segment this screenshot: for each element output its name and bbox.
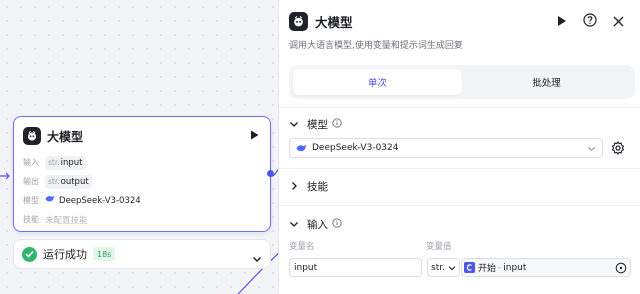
- start-node-icon: [464, 262, 475, 273]
- divider: [279, 107, 640, 108]
- node-input-row: 输入 str. input: [23, 153, 262, 172]
- node-title: 大模型: [47, 129, 84, 144]
- output-label: 输出: [23, 177, 39, 186]
- chevron-right-icon: [289, 181, 299, 191]
- node-rows: 输入 str. input 输出 str. output 模型 DeepSeek-V…: [23, 153, 262, 229]
- skill-value: 未配置技能: [45, 215, 88, 226]
- divider: [279, 168, 640, 169]
- model-mini: DeepSeek-V3-0324: [45, 195, 141, 206]
- node-header: 大模型: [23, 125, 260, 147]
- check-icon: [22, 246, 37, 262]
- col-var-value: 变量值: [426, 242, 452, 252]
- info-icon[interactable]: [332, 217, 342, 231]
- selected-model: DeepSeek-V3-0324: [312, 143, 399, 153]
- output-type: str.: [48, 177, 60, 186]
- input-value: input: [60, 157, 83, 168]
- panel-description: 调用大语言模型,使用变量和提示词生成回复: [289, 41, 463, 51]
- whale-icon: [296, 144, 307, 153]
- var-name-input[interactable]: input: [289, 258, 422, 277]
- skill-section-label: 技能: [307, 180, 328, 193]
- play-icon[interactable]: [248, 128, 260, 142]
- var-name-value: input: [294, 262, 318, 273]
- model-section-label: 模型: [307, 118, 328, 131]
- info-icon[interactable]: [332, 117, 342, 131]
- var-ref-input[interactable]: 开始 - input: [461, 258, 631, 277]
- var-type-select[interactable]: str.: [427, 258, 460, 277]
- skill-label: 技能: [23, 215, 39, 224]
- node-skill-row: 技能 未配置技能: [23, 210, 262, 229]
- target-icon[interactable]: [615, 262, 627, 277]
- chevron-down-icon[interactable]: [252, 249, 262, 268]
- node-model-row: 模型 DeepSeek-V3-0324: [23, 191, 262, 210]
- robot-logo-icon: [23, 127, 41, 145]
- chevron-down-icon: [289, 219, 299, 229]
- divider: [279, 205, 640, 206]
- model-section-header[interactable]: 模型: [289, 115, 630, 133]
- chevron-down-icon: [289, 119, 299, 129]
- model-label: 模型: [23, 196, 39, 205]
- col-var-name: 变量名: [289, 242, 315, 252]
- model-value: DeepSeek-V3-0324: [59, 195, 141, 206]
- chevron-down-icon: [587, 144, 596, 156]
- whale-icon: [45, 195, 55, 206]
- input-section-label: 输入: [307, 218, 328, 231]
- ref-field: input: [503, 262, 527, 273]
- play-icon[interactable]: [557, 12, 567, 31]
- status-text: 运行成功: [43, 248, 87, 261]
- ref-source: 开始: [478, 264, 497, 274]
- llm-node-card[interactable]: 大模型 输入 str. input 输出 str. output 模型 DeepSe…: [13, 116, 274, 232]
- robot-logo-icon: [289, 11, 308, 31]
- skill-section-header[interactable]: 技能: [289, 177, 630, 195]
- panel-title: 大模型: [315, 14, 353, 30]
- input-type: str.: [48, 158, 60, 167]
- tab-batch[interactable]: 批处理: [462, 69, 631, 95]
- output-value: output: [60, 176, 89, 187]
- output-handle[interactable]: [267, 170, 274, 177]
- mode-tabs: 单次 批处理: [289, 65, 635, 99]
- tab-single[interactable]: 单次: [293, 69, 462, 95]
- panel-actions: [557, 12, 624, 31]
- help-icon[interactable]: [583, 12, 597, 31]
- input-tag: str. input: [45, 155, 86, 170]
- status-time-badge: 18s: [93, 247, 116, 261]
- panel-header: 大模型: [289, 10, 630, 32]
- var-type-value: str.: [431, 262, 445, 273]
- model-select[interactable]: DeepSeek-V3-0324: [289, 138, 603, 158]
- output-tag: str. output: [45, 174, 92, 189]
- close-icon[interactable]: [613, 12, 624, 31]
- run-status-bar[interactable]: 运行成功 18s: [13, 239, 271, 269]
- node-config-panel: 大模型 调用大语言模型,使用变量和提示词生成回复 单次 批处理 模型 DeepS…: [278, 0, 640, 294]
- node-output-row: 输出 str. output: [23, 172, 262, 191]
- incoming-edge-arrow: [0, 172, 10, 180]
- ref-separator: -: [498, 262, 502, 273]
- chevron-down-icon: [448, 264, 456, 275]
- input-section-header[interactable]: 输入: [289, 215, 630, 233]
- gear-icon[interactable]: [611, 140, 625, 159]
- input-label: 输入: [23, 158, 39, 167]
